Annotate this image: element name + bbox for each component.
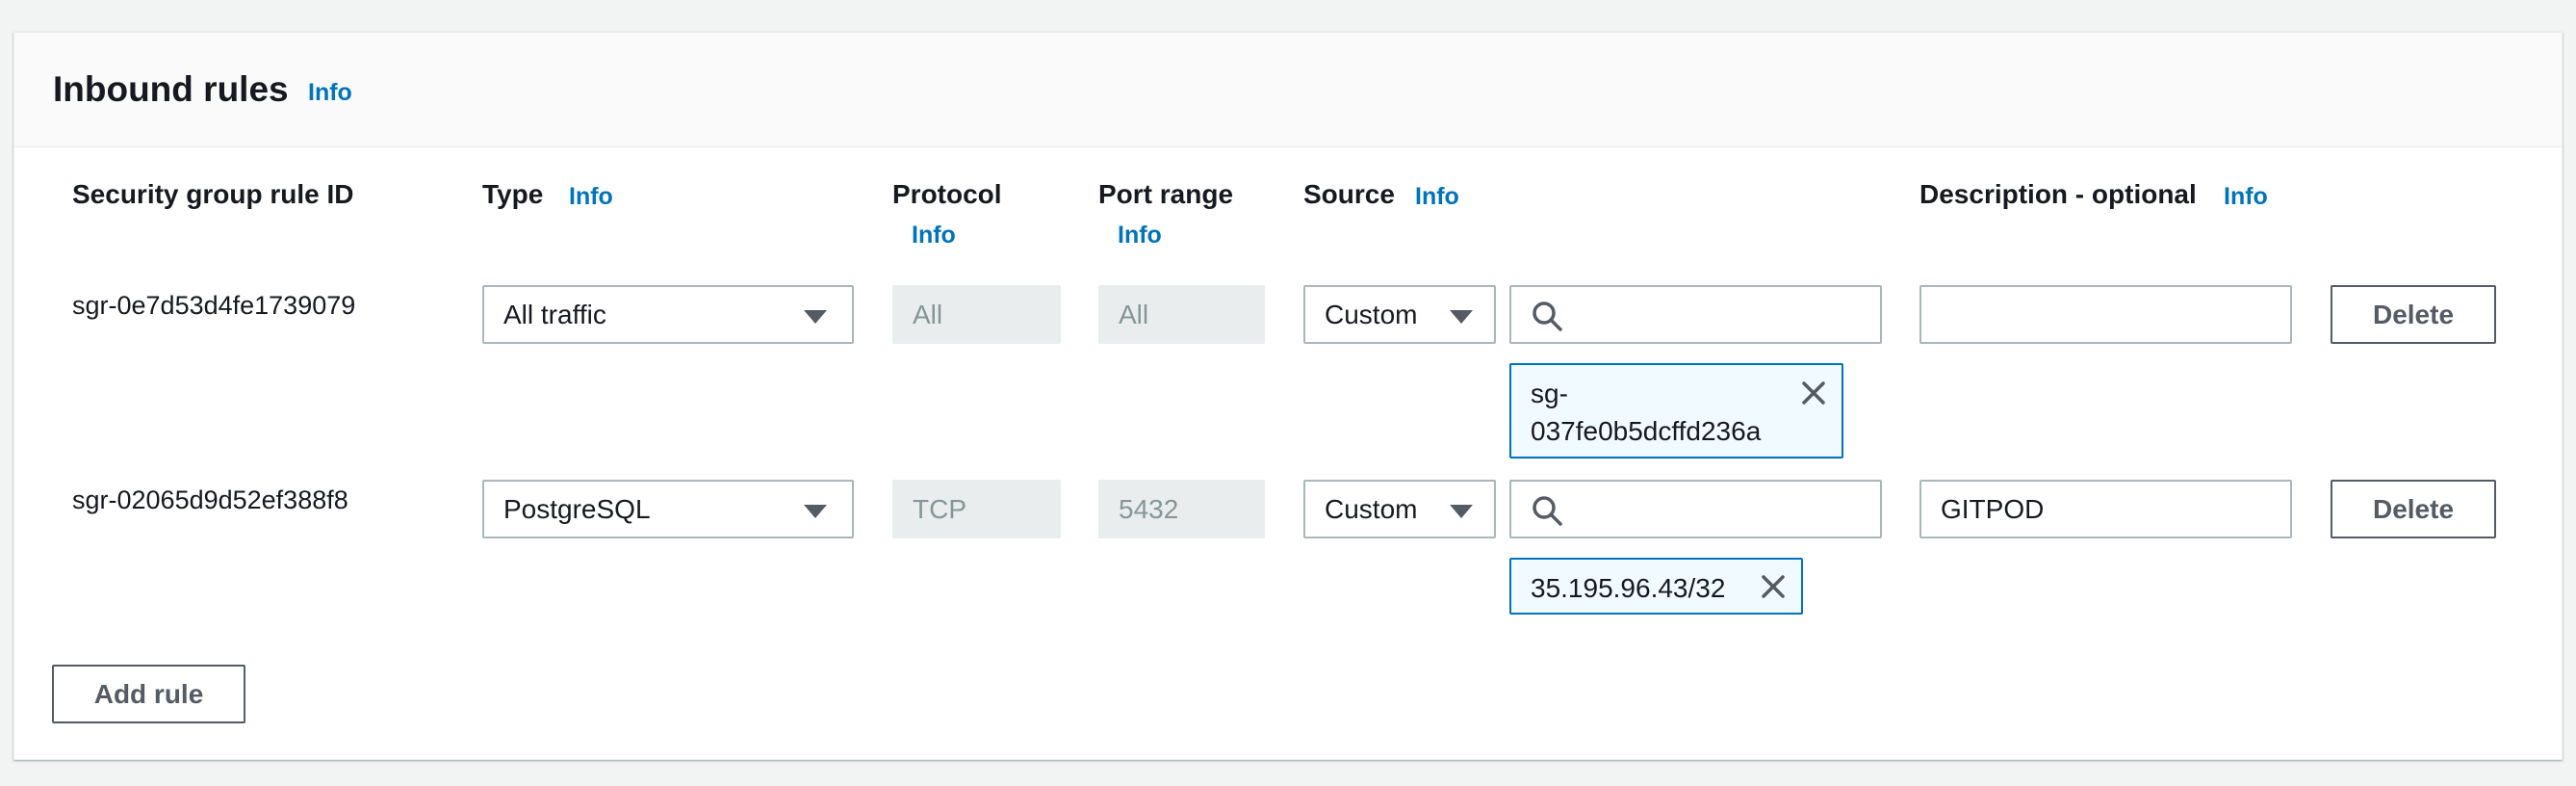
protocol-field: TCP: [892, 480, 1061, 538]
port-range-field: 5432: [1098, 480, 1265, 538]
close-icon[interactable]: [1759, 572, 1788, 601]
column-header-type: Type: [482, 179, 544, 209]
rule-id: sgr-02065d9d52ef388f8: [72, 485, 348, 514]
port-range-value: All: [1119, 299, 1149, 329]
caret-down-icon: [804, 310, 827, 324]
type-select-value: All traffic: [503, 299, 606, 329]
add-rule-button[interactable]: Add rule: [52, 665, 245, 723]
caret-down-icon: [1450, 505, 1473, 518]
column-header-source: Source: [1303, 179, 1395, 209]
protocol-value: All: [913, 299, 943, 329]
panel-header: Inbound rules Info: [14, 33, 2562, 147]
source-token-text: 35.195.96.43/32: [1531, 573, 1726, 603]
protocol-info-link[interactable]: Info: [912, 222, 956, 249]
description-value: GITPOD: [1941, 493, 2045, 524]
panel-title: Inbound rules: [53, 69, 289, 109]
source-type-select[interactable]: Custom: [1303, 285, 1496, 344]
caret-down-icon: [1450, 310, 1473, 324]
column-header-protocol: Protocol: [892, 179, 1002, 209]
port-range-value: 5432: [1119, 493, 1179, 524]
column-header-description: Description - optional: [1919, 179, 2197, 209]
inbound-rules-panel: Inbound rules Info Security group rule I…: [13, 32, 2563, 760]
type-select[interactable]: All traffic: [482, 285, 854, 344]
close-icon[interactable]: [1799, 379, 1828, 407]
delete-rule-button[interactable]: Delete: [2331, 285, 2496, 344]
panel-info-link[interactable]: Info: [308, 79, 352, 107]
search-icon: [1533, 301, 1562, 331]
type-info-link[interactable]: Info: [569, 183, 613, 211]
delete-rule-button[interactable]: Delete: [2331, 480, 2496, 538]
column-header-port-range: Port range: [1098, 179, 1234, 209]
port-range-field: All: [1098, 285, 1265, 344]
source-search-input[interactable]: [1509, 480, 1882, 538]
source-type-value: Custom: [1325, 493, 1418, 524]
description-input[interactable]: GITPOD: [1919, 480, 2292, 538]
description-info-link[interactable]: Info: [2224, 183, 2268, 211]
source-token-text-line1: sg-: [1531, 379, 1568, 408]
column-header-rule-id: Security group rule ID: [72, 179, 354, 209]
type-select-value: PostgreSQL: [503, 493, 651, 524]
source-type-select[interactable]: Custom: [1303, 480, 1496, 538]
protocol-field: All: [892, 285, 1061, 344]
rule-id: sgr-0e7d53d4fe1739079: [72, 291, 356, 320]
source-search-input[interactable]: [1509, 285, 1882, 344]
source-token: sg- 037fe0b5dcffd236a: [1509, 363, 1843, 458]
protocol-value: TCP: [913, 493, 966, 524]
caret-down-icon: [804, 505, 827, 518]
description-input[interactable]: [1919, 285, 2292, 344]
source-token: 35.195.96.43/32: [1509, 558, 1803, 615]
source-info-link[interactable]: Info: [1415, 183, 1459, 211]
type-select[interactable]: PostgreSQL: [482, 480, 854, 538]
search-icon: [1533, 496, 1562, 526]
port-range-info-link[interactable]: Info: [1118, 222, 1162, 249]
source-type-value: Custom: [1325, 299, 1418, 329]
source-token-text-line2: 037fe0b5dcffd236a: [1531, 416, 1762, 446]
